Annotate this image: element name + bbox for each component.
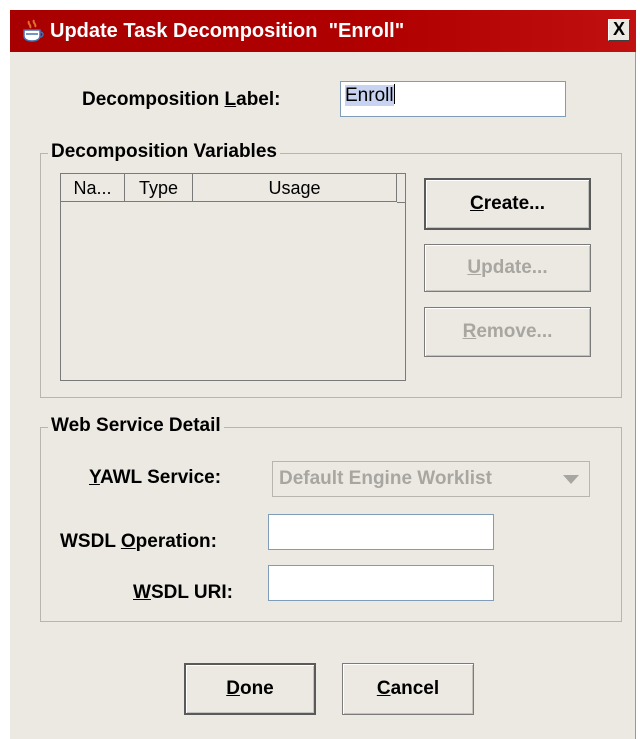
chevron-down-icon[interactable] [563,475,579,484]
wsdl-operation-input[interactable] [268,514,494,550]
column-header-usage[interactable]: Usage [193,174,397,202]
create-mnemonic: C [470,193,484,214]
caption-suffix: abel: [236,89,281,110]
cancel-button[interactable]: Cancel [342,663,474,715]
variables-table[interactable]: Na... Type Usage [60,173,406,381]
wsdl-uri-input[interactable] [268,565,494,601]
caption-prefix: Decomposition [82,89,225,110]
wsdl-operation-caption: peration: [135,531,217,552]
yawl-service-label: YAWL Service: [89,467,221,489]
yawl-service-selected: Default Engine Worklist [279,468,492,489]
wsdl-uri-caption: SDL URI: [150,582,233,603]
decomposition-label-value: Enroll [345,85,394,106]
window-title: Update Task Decomposition "Enroll" [50,20,405,42]
header-filler [397,174,405,203]
done-button[interactable]: Done [184,663,316,715]
java-coffee-cup-icon [23,19,44,42]
remove-mnemonic: R [462,321,477,342]
wsdl-uri-mnemonic: W [133,582,151,603]
close-button[interactable]: X [608,19,630,41]
remove-label: emove... [476,321,553,342]
update-mnemonic: U [467,257,482,278]
update-label: pdate... [481,257,548,278]
web-service-detail-title: Web Service Detail [48,415,224,437]
decomposition-variables-title: Decomposition Variables [48,141,280,163]
update-task-decomposition-dialog: Update Task Decomposition "Enroll" X Dec… [8,10,636,739]
text-cursor [393,84,395,104]
close-icon: X [612,19,625,39]
wsdl-operation-mnemonic: O [120,531,136,552]
title-bar[interactable]: Update Task Decomposition "Enroll" X [10,10,636,52]
column-header-name[interactable]: Na... [61,174,125,202]
create-button[interactable]: Create... [424,178,591,230]
cancel-label: ancel [390,678,440,699]
wsdl-operation-prefix: WSDL [60,531,121,552]
done-label: one [239,678,274,699]
yawl-service-select[interactable]: Default Engine Worklist [272,461,590,497]
wsdl-uri-label: WSDL URI: [133,582,233,604]
column-header-type[interactable]: Type [125,174,193,202]
create-label: reate... [483,193,545,214]
done-mnemonic: D [226,678,240,699]
caption-mnemonic: L [224,89,237,110]
decomposition-label-input[interactable]: Enroll [340,81,566,117]
update-button[interactable]: Update... [424,244,591,292]
decomposition-label-caption: Decomposition Label: [82,89,280,111]
wsdl-operation-label: WSDL Operation: [60,531,217,553]
cancel-mnemonic: C [376,678,391,699]
yawl-service-mnemonic: Y [89,467,100,488]
yawl-service-caption: AWL Service: [99,467,222,488]
remove-button[interactable]: Remove... [424,307,591,357]
